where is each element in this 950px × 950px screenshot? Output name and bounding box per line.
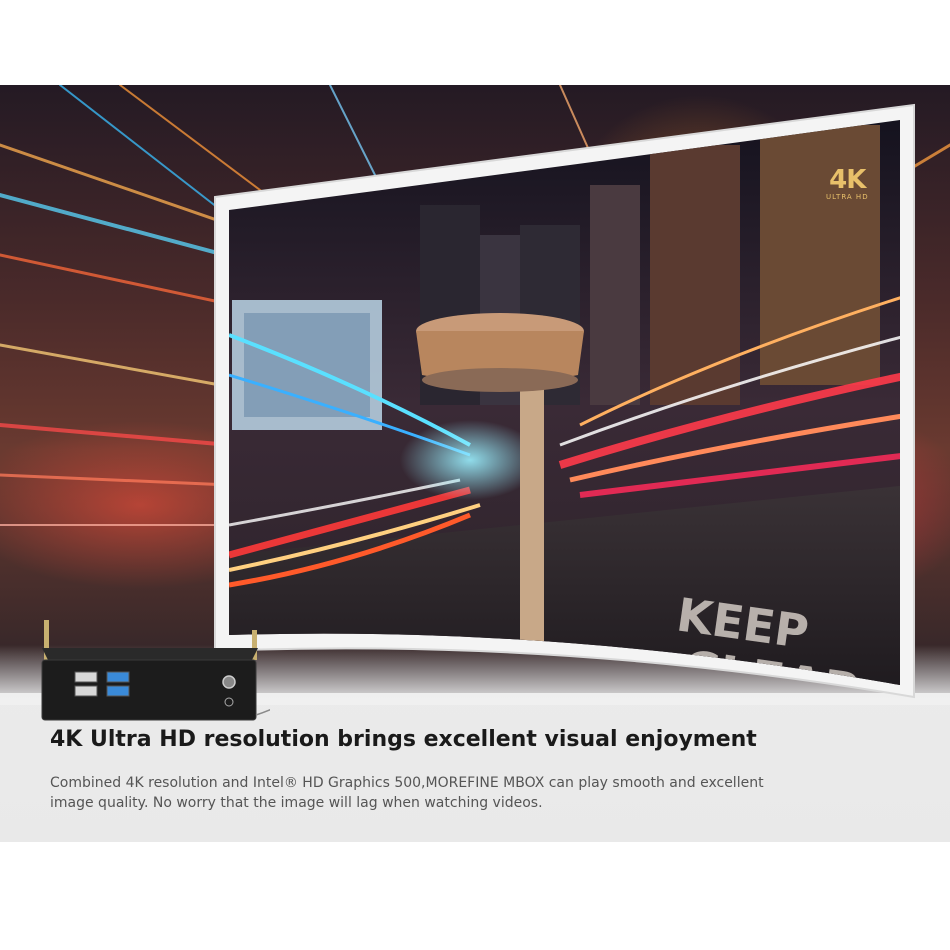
product-banner: KEEP CLEAR 4K ULTRA HD 4K Ultra HD resol… <box>0 85 950 842</box>
description-text: Combined 4K resolution and Intel® HD Gra… <box>50 773 910 813</box>
mini-pc-device <box>41 620 270 721</box>
badge-ultra-hd-text: ULTRA HD <box>826 193 869 201</box>
4k-ultra-hd-badge: 4K ULTRA HD <box>826 167 869 201</box>
description-line-1: Combined 4K resolution and Intel® HD Gra… <box>50 775 764 791</box>
description-line-2: image quality. No worry that the image w… <box>50 795 543 811</box>
tv-screen: KEEP CLEAR <box>229 120 900 685</box>
headline: 4K Ultra HD resolution brings excellent … <box>50 727 757 752</box>
badge-4k-text: 4K <box>829 165 866 195</box>
